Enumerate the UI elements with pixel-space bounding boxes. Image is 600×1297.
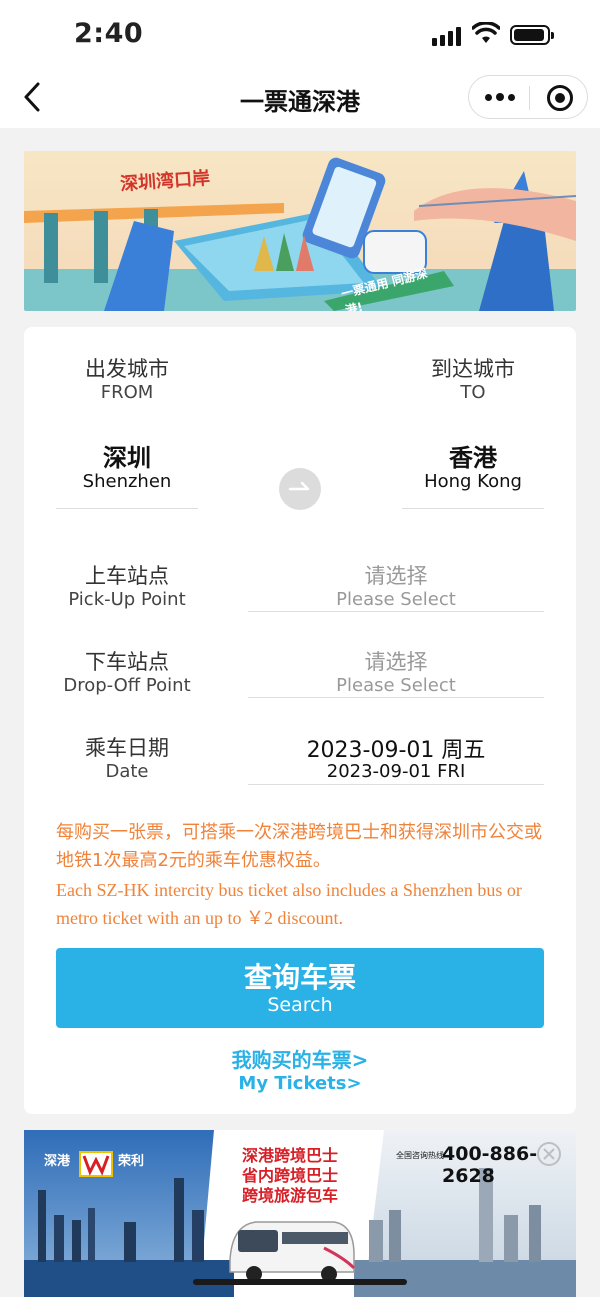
from-label-en: FROM xyxy=(100,382,154,403)
search-button-label-en: Search xyxy=(267,994,333,1016)
search-button-label-cn: 查询车票 xyxy=(243,961,356,994)
close-mini-program-icon[interactable] xyxy=(547,85,573,111)
ad-hotline-number: 400-886-2628 xyxy=(442,1143,538,1187)
to-label-en: TO xyxy=(460,382,486,403)
to-city-cn[interactable]: 香港 xyxy=(400,438,546,473)
my-tickets-link[interactable]: 我购买的车票> My Tickets> xyxy=(200,1044,400,1100)
date-underline xyxy=(248,784,544,785)
from-city-cn[interactable]: 深圳 xyxy=(54,438,200,473)
pickup-select-en[interactable]: Please Select xyxy=(248,589,544,610)
search-tickets-button[interactable]: 查询车票 Search xyxy=(56,948,544,1028)
dropoff-label-cn: 下车站点 xyxy=(85,650,169,674)
pickup-underline xyxy=(248,611,544,612)
ad-banner[interactable]: 深港 荣利 深港跨境巴士 省内跨境巴士 跨境旅游包车 全国咨询热线 400-88… xyxy=(24,1130,576,1297)
dropoff-underline xyxy=(248,697,544,698)
dropoff-select-cn[interactable]: 请选择 xyxy=(248,646,544,676)
to-label-cn: 到达城市 xyxy=(431,357,515,381)
from-label-cn: 出发城市 xyxy=(85,357,169,381)
date-label-en: Date xyxy=(105,761,149,782)
home-indicator xyxy=(193,1279,407,1285)
to-city-en[interactable]: Hong Kong xyxy=(400,471,546,492)
pickup-label-en: Pick-Up Point xyxy=(68,589,186,610)
date-value-en[interactable]: 2023-09-01 FRI xyxy=(248,761,544,782)
date-value-cn[interactable]: 2023-09-01 周五 xyxy=(248,732,544,764)
swap-arrow-icon xyxy=(288,481,310,491)
promo-banner[interactable]: 深圳湾口岸 一票通用 同游深港! xyxy=(24,151,576,311)
pickup-select-cn[interactable]: 请选择 xyxy=(248,560,544,590)
status-bar: 2:40 xyxy=(0,0,600,66)
dropoff-select-en[interactable]: Please Select xyxy=(248,675,544,696)
status-time: 2:40 xyxy=(74,18,144,49)
discount-notice-en: Each SZ-HK intercity bus ticket also inc… xyxy=(56,880,522,928)
date-label-cn: 乘车日期 xyxy=(85,736,169,760)
discount-notice-cn: 每购买一张票，可搭乘一次深港跨境巴士和获得深圳市公交或地铁1次最高2元的乘车优惠… xyxy=(56,822,542,871)
ad-hotline-label: 全国咨询热线 xyxy=(396,1151,444,1160)
ad-brand-suffix: 荣利 xyxy=(118,1154,145,1169)
mini-program-capsule xyxy=(468,75,588,119)
booking-card: 出发城市 FROM 深圳 Shenzhen 到达城市 TO 香港 Hong Ko… xyxy=(24,327,576,1114)
my-tickets-label-en: My Tickets> xyxy=(238,1073,362,1094)
ad-brand: 深港 xyxy=(44,1154,71,1169)
swap-cities-button[interactable] xyxy=(279,468,321,510)
more-options-icon[interactable] xyxy=(485,91,515,105)
battery-icon xyxy=(510,25,554,45)
cellular-signal-icon xyxy=(432,26,464,46)
wifi-icon xyxy=(472,22,500,43)
to-underline xyxy=(402,508,544,509)
from-underline xyxy=(56,508,198,509)
nav-bar: 一票通深港 xyxy=(0,66,600,128)
pickup-label-cn: 上车站点 xyxy=(85,564,169,588)
promo-banner-illustration xyxy=(24,151,576,311)
capsule-divider xyxy=(529,86,530,110)
my-tickets-label-cn: 我购买的车票> xyxy=(231,1048,369,1072)
dropoff-label-en: Drop-Off Point xyxy=(63,675,191,696)
from-city-en[interactable]: Shenzhen xyxy=(54,471,200,492)
ad-line-3: 跨境旅游包车 xyxy=(242,1186,339,1205)
